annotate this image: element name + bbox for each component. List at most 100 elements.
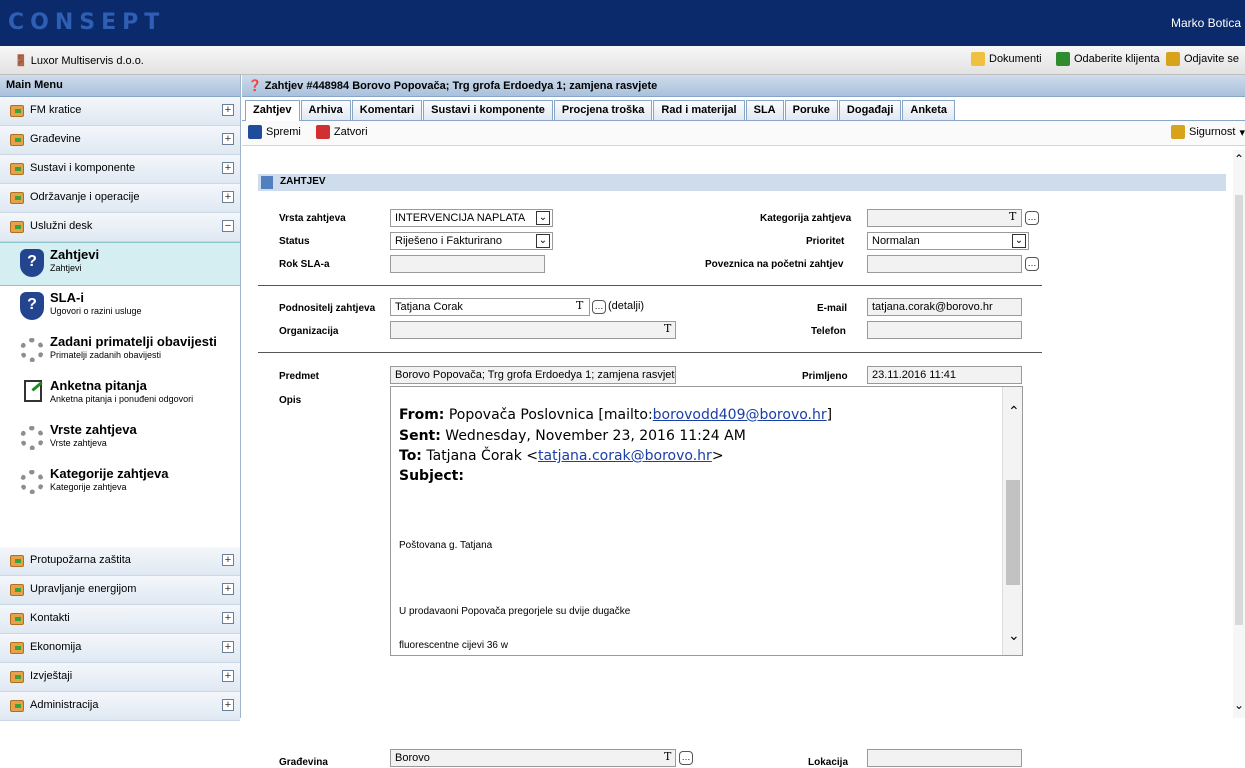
chevron-down-icon: ⌄	[1012, 234, 1026, 248]
sidebar-item-protupozarna[interactable]: Protupožarna zaštita +	[0, 547, 240, 576]
sidebar-item-izvjestaji[interactable]: Izvještaji +	[0, 663, 240, 692]
from-email-link[interactable]: borovodd409@borovo.hr	[653, 407, 827, 423]
lokacija-field[interactable]	[867, 749, 1022, 767]
sidebar-sub-kategorije[interactable]: Kategorije zahtjeva Kategorije zahtjeva	[0, 462, 240, 506]
sidebar-sub-anketna[interactable]: Anketna pitanja Anketna pitanja i ponuđen…	[0, 374, 240, 418]
sidebar-sub-sla[interactable]: ? SLA-i Ugovori o razini usluge	[0, 286, 240, 330]
scroll-up-icon[interactable]: ⌃	[1008, 403, 1020, 420]
text-lookup-icon[interactable]: T	[1009, 210, 1016, 223]
organizacija-label: Organizacija	[279, 326, 339, 337]
ellipsis-button[interactable]: …	[592, 300, 606, 314]
sidebar-item-ekonomija[interactable]: Ekonomija +	[0, 634, 240, 663]
close-button[interactable]: Zatvori	[315, 125, 368, 139]
document-edit-icon	[24, 380, 42, 402]
folder-arrow-icon	[10, 642, 24, 654]
status-select[interactable]: Riješeno i Fakturirano ⌄	[390, 232, 553, 250]
sidebar-sub-vrste[interactable]: Vrste zahtjeva Vrste zahtjeva	[0, 418, 240, 462]
tab-sustavi[interactable]: Sustavi i komponente	[423, 100, 553, 120]
gradevina-field[interactable]: Borovo	[390, 749, 676, 767]
organizacija-field[interactable]	[390, 321, 676, 339]
expand-icon[interactable]: +	[222, 612, 234, 624]
expand-icon[interactable]: +	[222, 583, 234, 595]
expand-icon[interactable]: +	[222, 162, 234, 174]
telefon-field[interactable]	[867, 321, 1022, 339]
main-scrollbar[interactable]: ⌃ ⌄	[1233, 150, 1245, 718]
predmet-field[interactable]: Borovo Popovača; Trg grofa Erdoedya 1; z…	[390, 366, 676, 384]
tab-dogadaji[interactable]: Događaji	[838, 100, 902, 120]
logout-button[interactable]: Odjavite se	[1166, 52, 1239, 66]
sidebar-item-sustavi[interactable]: Sustavi i komponente +	[0, 155, 240, 184]
tab-rad[interactable]: Rad i materijal	[653, 100, 745, 120]
sidebar-item-gradevine[interactable]: Građevine +	[0, 126, 240, 155]
expand-icon[interactable]: +	[222, 699, 234, 711]
scroll-down-icon[interactable]: ⌄	[1008, 627, 1020, 644]
shield-question-icon: ?	[20, 292, 44, 320]
security-button[interactable]: Sigurnost ▾	[1170, 125, 1245, 139]
user-name[interactable]: Marko Botica	[1171, 16, 1241, 30]
opis-line: U prodavaoni Popovača pregorjele su dvij…	[399, 606, 631, 617]
folder-arrow-icon	[10, 613, 24, 625]
sidebar-sub-zahtjevi[interactable]: ? Zahtjevi Zahtjevi	[0, 242, 240, 286]
gear-icon	[20, 470, 44, 494]
expand-icon[interactable]: +	[222, 133, 234, 145]
documents-button[interactable]: Dokumenti	[971, 52, 1042, 66]
tab-poruke[interactable]: Poruke	[784, 100, 838, 120]
scroll-thumb[interactable]	[1235, 195, 1243, 625]
to-email-link[interactable]: tatjana.corak@borovo.hr	[538, 448, 712, 464]
ellipsis-button[interactable]: …	[1025, 257, 1039, 271]
ellipsis-button[interactable]: …	[679, 751, 693, 765]
scroll-down-icon[interactable]: ⌄	[1234, 698, 1244, 712]
lokacija-label: Lokacija	[808, 757, 849, 768]
folder-arrow-icon	[10, 134, 24, 146]
tab-arhiva[interactable]: Arhiva	[300, 100, 351, 120]
sidebar-sub-primatelji[interactable]: Zadani primatelji obavijesti Primatelji z…	[0, 330, 240, 374]
text-lookup-icon[interactable]: T	[664, 322, 671, 335]
sidebar-item-odrzavanje[interactable]: Održavanje i operacije +	[0, 184, 240, 213]
sidebar-bottom-group: Protupožarna zaštita + Upravljanje energi…	[0, 547, 240, 721]
prioritet-select[interactable]: Normalan ⌄	[867, 232, 1029, 250]
rok-field[interactable]	[390, 255, 545, 273]
select-client-button[interactable]: Odaberite klijenta	[1056, 52, 1160, 66]
tab-procjena[interactable]: Procjena troška	[553, 100, 653, 120]
poveznica-label: Poveznica na početni zahtjev	[705, 259, 844, 270]
text-lookup-icon[interactable]: T	[576, 299, 583, 312]
save-button[interactable]: Spremi	[248, 125, 301, 139]
tab-komentari[interactable]: Komentari	[351, 100, 423, 120]
kategorija-field[interactable]	[867, 209, 1022, 227]
gear-icon	[20, 338, 44, 362]
poveznica-field[interactable]	[867, 255, 1022, 273]
expand-icon[interactable]: +	[222, 641, 234, 653]
sidebar-item-energija[interactable]: Upravljanje energijom +	[0, 576, 240, 605]
sidebar-item-kontakti[interactable]: Kontakti +	[0, 605, 240, 634]
scroll-up-icon[interactable]: ⌃	[1234, 152, 1244, 166]
primljeno-field[interactable]: 23.11.2016 11:41	[867, 366, 1022, 384]
folder-arrow-icon	[10, 555, 24, 567]
sidebar-item-usluzni-desk[interactable]: Uslužni desk −	[0, 213, 240, 242]
stop-icon	[315, 125, 330, 139]
tab-zahtjev[interactable]: Zahtjev	[245, 100, 300, 121]
email-field[interactable]: tatjana.corak@borovo.hr	[867, 298, 1022, 316]
sidebar-item-administracija[interactable]: Administracija +	[0, 692, 240, 721]
details-link[interactable]: (detalji)	[608, 300, 644, 312]
email-label: E-mail	[817, 303, 848, 314]
scroll-thumb[interactable]	[1006, 480, 1020, 585]
expand-icon[interactable]: +	[222, 554, 234, 566]
expand-icon[interactable]: +	[222, 670, 234, 682]
vrsta-select[interactable]: INTERVENCIJA NAPLATA ⌄	[390, 209, 553, 227]
expand-icon[interactable]: +	[222, 104, 234, 116]
collapse-icon[interactable]: −	[222, 220, 234, 232]
ellipsis-button[interactable]: …	[1025, 211, 1039, 225]
book-icon	[1056, 52, 1070, 66]
podnositelj-field[interactable]: Tatjana Corak	[390, 298, 590, 316]
text-lookup-icon[interactable]: T	[664, 750, 671, 763]
tab-sla[interactable]: SLA	[745, 100, 784, 120]
tab-anketa[interactable]: Anketa	[902, 100, 956, 120]
predmet-label: Predmet	[279, 371, 320, 382]
sidebar-item-fm-kratice[interactable]: FM kratice +	[0, 97, 240, 126]
chevron-down-icon: ⌄	[536, 211, 550, 225]
opis-scrollbar[interactable]: ⌃ ⌄	[1002, 387, 1022, 655]
divider	[258, 285, 1042, 286]
rok-label: Rok SLA-a	[279, 259, 330, 270]
opis-textarea[interactable]: From: Popovača Poslovnica [mailto:borovo…	[390, 386, 1023, 656]
expand-icon[interactable]: +	[222, 191, 234, 203]
